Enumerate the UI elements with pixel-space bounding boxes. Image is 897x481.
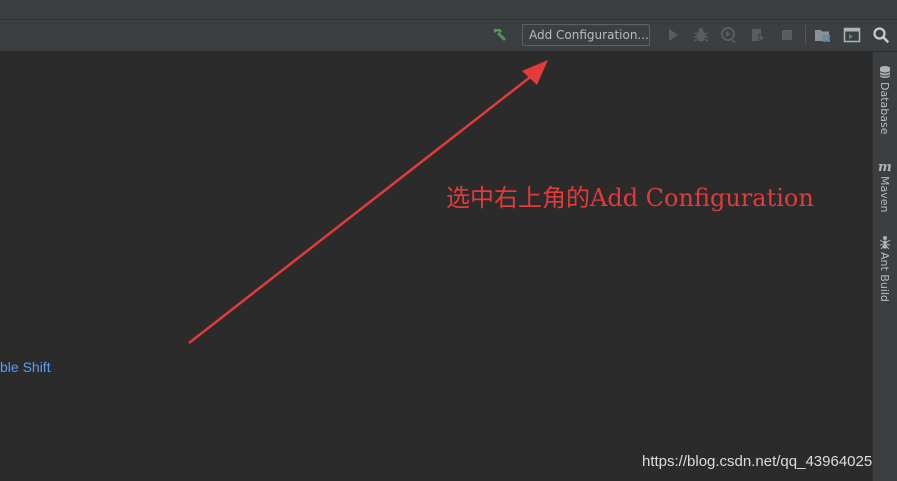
project-structure-icon[interactable] [812,24,834,46]
editor-area [0,52,872,481]
title-bar [0,0,897,20]
run-icon[interactable] [662,24,684,46]
watermark: https://blog.csdn.net/qq_43964025 [642,453,873,470]
search-icon[interactable] [870,24,892,46]
hammer-icon[interactable] [489,24,511,46]
ant-icon [878,234,892,250]
sidebar-tab-ant-build[interactable]: Ant Build [872,234,897,306]
annotation-text: 选中右上角的Add Configuration [446,184,814,212]
profile-icon[interactable] [747,24,769,46]
sidebar-tab-label: Ant Build [878,252,891,302]
stop-icon[interactable] [776,24,798,46]
toolbar-separator [805,25,806,45]
svg-text:m: m [878,160,892,173]
sidebar-tab-maven[interactable]: m Maven [872,158,897,218]
debug-icon[interactable] [690,24,712,46]
database-icon [878,64,892,78]
add-configuration-button[interactable]: Add Configuration... [522,24,650,46]
sidebar-tab-database[interactable]: Database [872,64,897,144]
run-anything-icon[interactable] [841,24,863,46]
search-everywhere-hint: ble Shift [0,359,51,375]
coverage-icon[interactable] [718,24,740,46]
maven-icon: m [878,158,892,175]
sidebar-tab-label: Database [878,82,891,135]
sidebar-tab-label: Maven [878,176,891,213]
